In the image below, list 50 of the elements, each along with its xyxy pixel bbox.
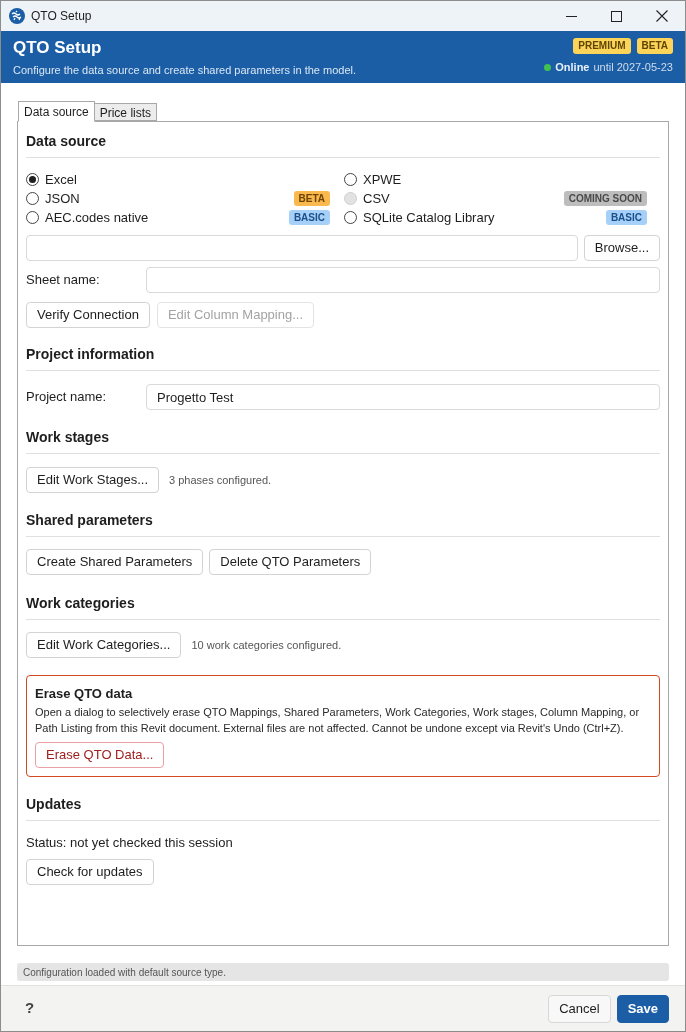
minimize-icon bbox=[566, 15, 577, 17]
header-subtitle: Configure the data source and create shared parameters in the model. bbox=[13, 62, 357, 78]
section-heading: Data source bbox=[26, 132, 107, 151]
radio-option[interactable]: AEC.codes native bbox=[26, 207, 149, 228]
status-badge: BETA bbox=[293, 191, 330, 206]
edit-work-stages-button[interactable]: Edit Work Stages... bbox=[26, 467, 160, 493]
action-button[interactable]: Verify Connection bbox=[26, 302, 150, 328]
section-heading: Updates bbox=[26, 795, 82, 814]
info-note: 3 phases configured. bbox=[169, 472, 272, 488]
section-heading: Project information bbox=[26, 345, 155, 364]
help-button[interactable]: ? bbox=[25, 997, 35, 1020]
action-button[interactable]: Delete QTO Parameters bbox=[209, 549, 372, 575]
edit-work-categories-button[interactable]: Edit Work Categories... bbox=[26, 632, 182, 658]
maximize-icon bbox=[611, 10, 622, 22]
radio-option[interactable]: XPWE bbox=[344, 169, 402, 190]
erase-data-button[interactable]: Erase QTO Data... bbox=[35, 742, 165, 768]
danger-zone-description: Open a dialog to selectively erase QTO Mappings, Shared Parameters, Work Categories, Work stages, Column Mapping, or Path Listing from this Revit document. External files are not affected. Cannot be undone except via Revit's Undo (Ctrl+Z). bbox=[35, 705, 641, 736]
file-path-field[interactable] bbox=[26, 235, 578, 261]
plan-badge: BETA bbox=[636, 38, 673, 55]
tab[interactable]: Data source bbox=[18, 101, 95, 122]
section-heading: Work stages bbox=[26, 428, 109, 447]
status-bar: Configuration loaded with default source type. bbox=[17, 963, 669, 981]
online-label: Online bbox=[555, 60, 590, 76]
status-badge: BASIC bbox=[288, 210, 330, 225]
field-label: Project name: bbox=[26, 388, 108, 407]
status-badge: COMING SOON bbox=[563, 191, 647, 206]
radio-option[interactable]: Excel bbox=[26, 169, 77, 190]
status-badge: BASIC bbox=[605, 210, 647, 225]
window-title: QTO Setup bbox=[31, 8, 92, 25]
danger-zone-title: Erase QTO data bbox=[35, 685, 133, 703]
tab[interactable]: Price lists bbox=[94, 103, 158, 121]
close-icon bbox=[656, 10, 668, 22]
radio-option[interactable]: SQLite Catalog Library bbox=[344, 207, 495, 228]
license-expiry: until 2027-05-23 bbox=[593, 60, 673, 76]
logo-icon bbox=[9, 8, 25, 24]
field-label: Sheet name: bbox=[26, 271, 101, 290]
header-title: QTO Setup bbox=[13, 36, 102, 59]
dialog-button[interactable]: Save bbox=[616, 994, 669, 1023]
section-heading: Shared parameters bbox=[26, 511, 153, 530]
plan-badge: PREMIUM bbox=[573, 38, 631, 55]
action-button[interactable]: Create Shared Parameters bbox=[26, 549, 204, 575]
sheet-name-field[interactable] bbox=[146, 267, 660, 293]
browse-button[interactable]: Browse... bbox=[583, 235, 660, 261]
radio-option[interactable]: JSON bbox=[26, 188, 80, 209]
project-name-field[interactable]: Progetto Test bbox=[146, 384, 660, 410]
dialog-button[interactable]: Cancel bbox=[548, 994, 611, 1023]
section-heading: Work categories bbox=[26, 594, 135, 613]
check-updates-button[interactable]: Check for updates bbox=[26, 859, 154, 885]
update-status: Status: not yet checked this session bbox=[26, 834, 233, 852]
info-note: 10 work categories configured. bbox=[191, 637, 342, 653]
